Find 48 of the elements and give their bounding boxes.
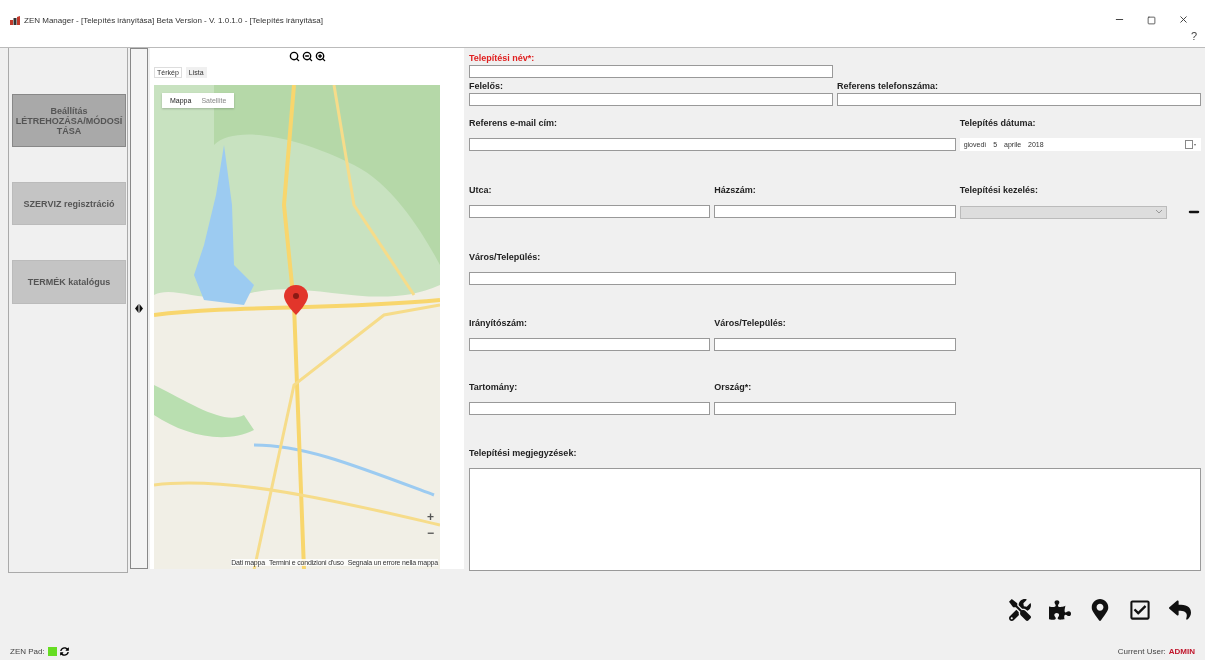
sidebar-button[interactable]: SZERVIZ regisztráció [12, 182, 126, 225]
text-field[interactable] [714, 402, 956, 415]
field-label: Ország*: [714, 382, 753, 394]
field-label: Irányítószám: [469, 318, 529, 330]
checkbox-icon[interactable] [1129, 599, 1151, 621]
field-label: Utca: [469, 185, 493, 197]
user-name: ADMIN [1168, 646, 1195, 656]
text-field[interactable] [469, 402, 711, 415]
field-label: Telepítési név*: [469, 53, 536, 65]
field-label: Telepítési kezelés: [959, 185, 1040, 197]
text-field[interactable] [469, 65, 833, 78]
tools-icon[interactable] [1009, 599, 1031, 621]
text-field[interactable] [469, 93, 833, 106]
field-label: Telepítés dátuma: [959, 118, 1037, 130]
user-label: Current User: [1117, 646, 1166, 656]
field-label: Referens e-mail cím: [469, 118, 559, 130]
map-pin-icon[interactable] [1089, 599, 1111, 621]
help-button[interactable]: ? [1190, 30, 1197, 47]
puzzle-icon[interactable] [1049, 599, 1071, 621]
zoom-out-icon[interactable] [301, 51, 313, 63]
text-field[interactable] [469, 338, 711, 351]
search-icon[interactable] [288, 51, 300, 63]
field-label: Telepítési megjegyzések: [469, 448, 578, 460]
field-label: Tartomány: [469, 382, 519, 394]
reply-icon[interactable] [1169, 599, 1191, 621]
zoom-in-icon[interactable] [314, 51, 326, 63]
field-label: Referens telefonszáma: [837, 81, 940, 93]
text-field[interactable] [469, 205, 711, 218]
text-field[interactable] [837, 93, 1201, 106]
pad-label: ZEN Pad: [10, 646, 45, 656]
field-label: Város/Település: [469, 252, 542, 264]
text-field[interactable] [714, 205, 956, 218]
text-field[interactable] [469, 272, 956, 285]
refresh-icon[interactable] [59, 646, 69, 656]
field-label: Város/Település: [714, 318, 787, 330]
map-zoom-button[interactable]: − [427, 527, 434, 539]
notes-field[interactable] [469, 468, 1201, 571]
text-field[interactable] [714, 338, 956, 351]
window-title: ZEN Manager - [Telepítés irányítása] Beta Version - V. 1.0.1.0 - [Telepítés irányítása] [24, 16, 324, 27]
chevron-icon [1156, 210, 1162, 214]
sidebar-button[interactable]: TERMÉK katalógus [12, 260, 126, 304]
text-field[interactable] [469, 138, 956, 151]
app-logo-icon [10, 16, 20, 25]
field-label: Házszám: [714, 185, 757, 197]
field-label: Felelős: [469, 81, 504, 93]
splitter-arrows-icon[interactable] [135, 304, 143, 313]
map-zoom-button[interactable]: + [427, 511, 434, 523]
calendar-icon [1185, 140, 1197, 149]
